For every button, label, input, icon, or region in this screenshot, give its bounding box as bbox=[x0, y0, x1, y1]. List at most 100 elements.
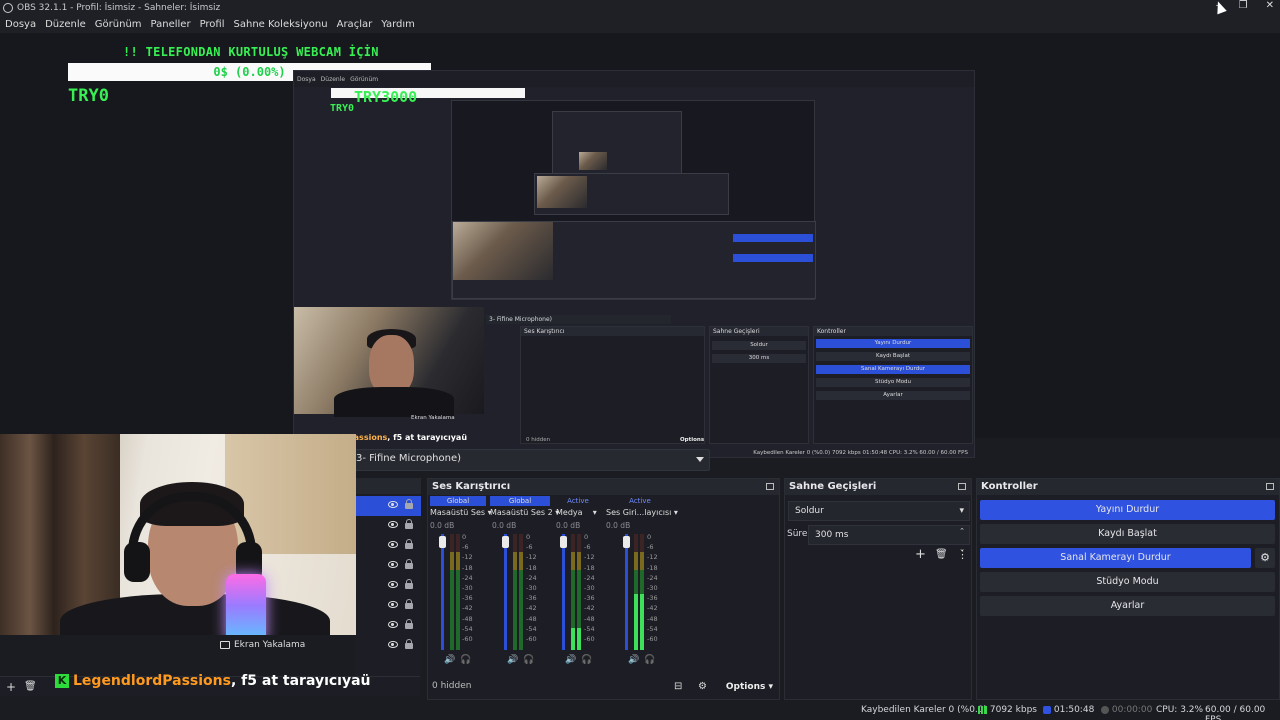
menu-view[interactable]: Görünüm bbox=[95, 19, 142, 30]
meter-scale-label: -6 bbox=[647, 543, 654, 552]
lock-icon[interactable] bbox=[405, 499, 413, 509]
volume-slider[interactable] bbox=[441, 534, 444, 650]
trash-icon[interactable]: 🗑 bbox=[935, 549, 948, 560]
menu-docks[interactable]: Paneller bbox=[151, 19, 191, 30]
volume-slider-knob[interactable] bbox=[560, 536, 567, 548]
eye-icon[interactable] bbox=[388, 501, 398, 508]
menu-help[interactable]: Yardım bbox=[381, 19, 415, 30]
gear-icon: ⚙ bbox=[1260, 551, 1270, 564]
source-row[interactable] bbox=[355, 536, 421, 556]
channel-name[interactable]: Masaüstü Ses 2 ▾ bbox=[490, 508, 559, 517]
meter-scale-label: -18 bbox=[462, 563, 473, 572]
close-button[interactable]: ✕ bbox=[1266, 0, 1274, 11]
trash-icon[interactable]: 🗑 bbox=[24, 681, 37, 692]
options-button[interactable]: Options ▾ bbox=[726, 682, 773, 692]
channel-db: 0.0 dB bbox=[430, 521, 455, 530]
eye-icon[interactable] bbox=[388, 561, 398, 568]
headphone-icon[interactable]: 🎧 bbox=[644, 655, 655, 665]
controls-title: Kontroller bbox=[977, 479, 1279, 495]
headphone-icon[interactable]: 🎧 bbox=[523, 655, 534, 665]
settings-button[interactable]: Ayarlar bbox=[980, 596, 1275, 616]
lock-icon[interactable] bbox=[405, 519, 413, 529]
studio-mode-button[interactable]: Stüdyo Modu bbox=[980, 572, 1275, 592]
meter-scale-label: -48 bbox=[462, 614, 473, 623]
stop-virtual-camera-button[interactable]: Sanal Kamerayı Durdur bbox=[980, 548, 1251, 568]
lock-icon[interactable] bbox=[405, 639, 413, 649]
menu-tools[interactable]: Araçlar bbox=[337, 19, 373, 30]
dock-icon[interactable] bbox=[958, 483, 966, 490]
layout-icon[interactable]: ⊟ bbox=[674, 681, 682, 692]
lock-icon[interactable] bbox=[405, 619, 413, 629]
nested-menu-item: Dosya bbox=[297, 75, 316, 83]
recursive-preview bbox=[451, 100, 816, 300]
virtual-camera-settings-button[interactable]: ⚙ bbox=[1255, 548, 1275, 568]
lock-icon[interactable] bbox=[405, 599, 413, 609]
headphone-icon[interactable]: 🎧 bbox=[460, 655, 471, 665]
chat-username: LegendlordPassions bbox=[73, 673, 231, 689]
overlay-amount: TRY0 bbox=[68, 86, 109, 106]
menu-edit[interactable]: Düzenle bbox=[45, 19, 86, 30]
channel-db: 0.0 dB bbox=[556, 521, 581, 530]
obs-logo-icon bbox=[3, 2, 13, 13]
sources-list bbox=[355, 478, 421, 678]
volume-slider-knob[interactable] bbox=[439, 536, 446, 548]
meter-scale-label: -18 bbox=[647, 563, 658, 572]
source-row[interactable] bbox=[355, 636, 421, 656]
options-label: Options bbox=[725, 682, 766, 692]
mic-source-dropdown[interactable]: 3- Fifine Microphone) bbox=[355, 449, 710, 471]
eye-icon[interactable] bbox=[388, 521, 398, 528]
headphone-icon[interactable]: 🎧 bbox=[581, 655, 592, 665]
source-row[interactable] bbox=[355, 616, 421, 636]
eye-icon[interactable] bbox=[388, 621, 398, 628]
audio-mixer-title: Ses Karıştırıcı bbox=[428, 479, 779, 495]
add-transition-icon[interactable]: + bbox=[915, 547, 926, 562]
channel-name[interactable]: Medya ▾ bbox=[556, 508, 597, 517]
source-row[interactable] bbox=[355, 576, 421, 596]
channel-tag: Global bbox=[490, 496, 550, 506]
lock-icon[interactable] bbox=[405, 539, 413, 549]
eye-icon[interactable] bbox=[388, 641, 398, 648]
nested-btn: Yayını Durdur bbox=[816, 339, 970, 348]
volume-slider[interactable] bbox=[562, 534, 565, 650]
dock-icon[interactable] bbox=[1266, 483, 1274, 490]
lock-icon[interactable] bbox=[405, 579, 413, 589]
source-row[interactable] bbox=[355, 516, 421, 536]
source-row[interactable] bbox=[355, 556, 421, 576]
duration-input[interactable]: 300 ms ⌃ ⌄ bbox=[808, 525, 970, 553]
meter-scale-label: -60 bbox=[584, 635, 595, 644]
more-icon[interactable]: ⋮ bbox=[957, 548, 968, 561]
eye-icon[interactable] bbox=[388, 601, 398, 608]
lock-icon[interactable] bbox=[405, 559, 413, 569]
channel-name-text: Ses Giri...layıcısı bbox=[606, 508, 672, 517]
meter-scale: 0 -6 -12 -18 -24 -30 -36 -42 -48 -54 -60 bbox=[462, 532, 473, 644]
maximize-button[interactable]: ❐ bbox=[1239, 0, 1248, 11]
gear-icon[interactable]: ⚙ bbox=[698, 681, 707, 692]
nested-hidden: 0 hidden bbox=[526, 437, 551, 443]
channel-name[interactable]: Ses Giri...layıcısı ▾ bbox=[606, 508, 678, 517]
volume-slider-knob[interactable] bbox=[502, 536, 509, 548]
volume-slider[interactable] bbox=[625, 534, 628, 650]
menu-scene-collection[interactable]: Sahne Koleksiyonu bbox=[234, 19, 328, 30]
eye-icon[interactable] bbox=[388, 541, 398, 548]
eye-icon[interactable] bbox=[388, 581, 398, 588]
menu-profile[interactable]: Profil bbox=[200, 19, 225, 30]
speaker-icon[interactable]: 🔊 bbox=[628, 655, 639, 665]
preview-canvas[interactable]: 0$ (0.00%) !! TELEFONDAN KURTULUŞ WEBCAM… bbox=[0, 33, 1280, 458]
speaker-icon[interactable]: 🔊 bbox=[444, 655, 455, 665]
dock-icon[interactable] bbox=[766, 483, 774, 490]
volume-slider[interactable] bbox=[504, 534, 507, 650]
meter-scale-label: -48 bbox=[647, 614, 658, 623]
add-icon[interactable]: + bbox=[6, 680, 16, 694]
source-ekran-yakalama[interactable]: Ekran Yakalama bbox=[220, 640, 305, 650]
transition-select[interactable]: Soldur ▾ bbox=[788, 501, 970, 521]
stop-streaming-button[interactable]: Yayını Durdur bbox=[980, 500, 1275, 520]
speaker-icon[interactable]: 🔊 bbox=[565, 655, 576, 665]
source-row[interactable] bbox=[355, 496, 421, 516]
speaker-icon[interactable]: 🔊 bbox=[507, 655, 518, 665]
webcam-feed bbox=[0, 434, 356, 635]
channel-name[interactable]: Masaüstü Ses ▾ bbox=[430, 508, 492, 517]
menu-file[interactable]: Dosya bbox=[5, 19, 36, 30]
volume-slider-knob[interactable] bbox=[623, 536, 630, 548]
start-recording-button[interactable]: Kaydı Başlat bbox=[980, 524, 1275, 544]
source-row[interactable] bbox=[355, 596, 421, 616]
